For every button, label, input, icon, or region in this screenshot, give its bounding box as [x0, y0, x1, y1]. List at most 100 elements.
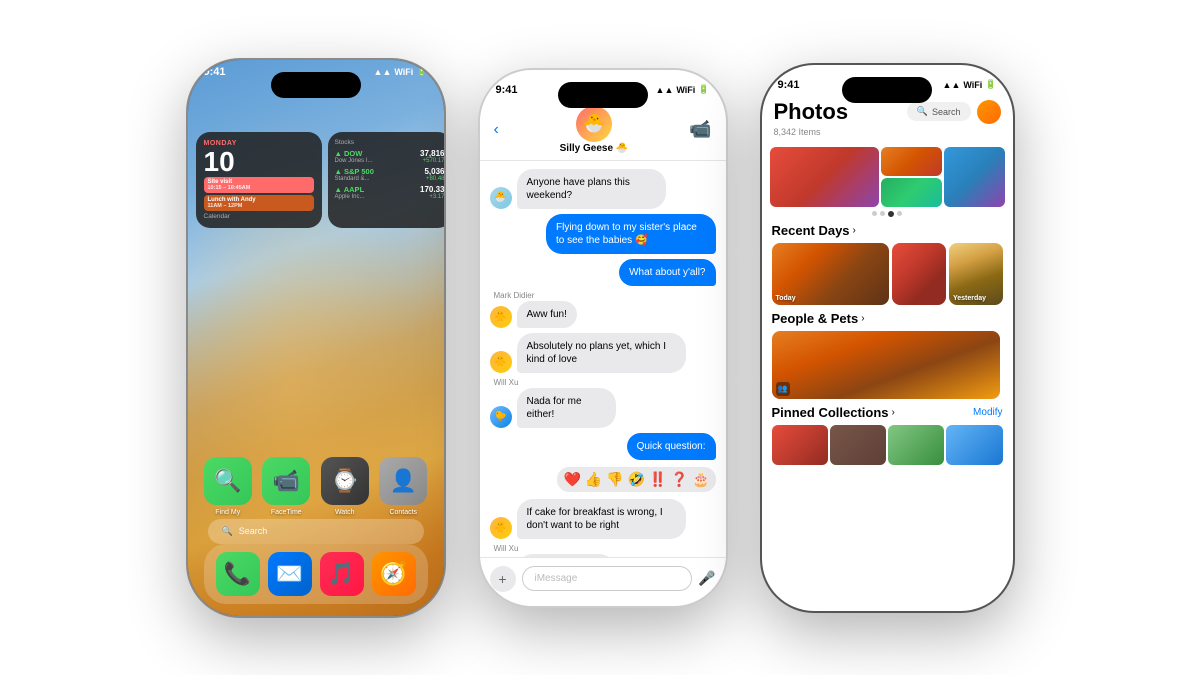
photos-search-label: Search — [932, 107, 961, 117]
messages-list: 🐣 Anyone have plans this weekend? Flying… — [480, 161, 726, 557]
featured-thumb-3[interactable] — [881, 178, 942, 207]
avatar-1: 🐣 — [490, 187, 512, 209]
search-icon-photos: 🔍 — [917, 106, 928, 117]
cal-event-1: Site visit 10:15 – 10:45AM — [204, 177, 314, 193]
pinned-thumbs — [772, 425, 1003, 465]
app-findmy-label: Find My — [215, 509, 240, 516]
recent-days-grid: Today Yesterday — [772, 243, 1003, 305]
group-name: Silly Geese 🐣 — [560, 143, 629, 154]
status-time-2: 9:41 — [496, 84, 518, 96]
pinned-thumb-2[interactable] — [830, 425, 886, 465]
dock-mail[interactable]: ✉️ — [268, 552, 312, 596]
dock-phone[interactable]: 📞 — [216, 552, 260, 596]
stocks-widget[interactable]: Stocks ▲ DOW Dow Jones I... 37,816 +570.… — [328, 132, 444, 228]
video-call-button[interactable]: 📹 — [689, 119, 711, 140]
pinned-thumb-3[interactable] — [888, 425, 944, 465]
pinned-thumb-4[interactable] — [946, 425, 1002, 465]
stocks-label: Stocks — [335, 139, 444, 146]
app-findmy[interactable]: 🔍 Find My — [204, 457, 253, 516]
status-icons-2: ▲▲ WiFi 🔋 — [656, 84, 710, 95]
stock-aapl-val: 170.33 — [420, 185, 443, 194]
sender-will: Will Xu — [490, 378, 519, 387]
msg-row-8: 🐥 If cake for breakfast is wrong, I don'… — [490, 499, 716, 539]
stock-sp-val: 5,036 — [424, 167, 443, 176]
conversation-info[interactable]: 🐣 Silly Geese 🐣 — [560, 106, 629, 154]
recent-thumb-2[interactable] — [892, 243, 946, 305]
featured-thumb-1[interactable] — [770, 147, 879, 207]
dot-1[interactable] — [872, 211, 877, 216]
stock-sp-sub: Standard &... — [335, 176, 374, 182]
featured-thumb-2[interactable] — [881, 147, 942, 176]
stock-aapl-chg: +3.17 — [420, 194, 443, 200]
cal-day-number: 10 — [204, 148, 314, 176]
calendar-widget[interactable]: MONDAY 10 Site visit 10:15 – 10:45AM Lun… — [196, 132, 322, 228]
featured-thumb-4[interactable] — [944, 147, 1005, 207]
msg-bubble-7: Quick question: — [627, 433, 716, 460]
sender-will2: Will Xu — [490, 544, 519, 553]
pinned-collections-section: Pinned Collections › Modify — [762, 405, 1013, 465]
status-icons-1: ▲▲ WiFi 🔋 — [374, 66, 428, 77]
people-pets-arrow[interactable]: › — [861, 313, 864, 324]
microphone-icon[interactable]: 🎤 — [698, 570, 715, 587]
dynamic-island-3 — [842, 77, 932, 103]
pinned-title: Pinned Collections — [772, 405, 889, 420]
stock-sp-chg: +80.48 — [424, 176, 443, 182]
status-time-3: 9:41 — [778, 79, 800, 91]
cal-event-2: Lunch with Andy 11AM – 12PM — [204, 195, 314, 211]
home-search[interactable]: 🔍 Search — [208, 519, 424, 544]
app-contacts-label: Contacts — [389, 509, 417, 516]
msg-row-6: Will Xu 🐤 Nada for me either! — [490, 378, 716, 428]
msg-bubble-8: If cake for breakfast is wrong, I don't … — [517, 499, 687, 539]
sender-mark: Mark Didier — [490, 291, 535, 300]
recent-today[interactable]: Today — [772, 243, 890, 305]
people-pets-grid: 👥 Amit Maya — [772, 331, 1003, 399]
user-avatar[interactable] — [977, 100, 1001, 124]
tapback-emojis: ❤️👍👎🤣‼️❓🎂 — [557, 467, 715, 492]
back-button[interactable]: ‹ — [494, 121, 499, 139]
msg-bubble-2: Flying down to my sister's place to see … — [546, 214, 716, 254]
input-placeholder: iMessage — [535, 573, 578, 584]
avatar-will: 🐤 — [490, 406, 512, 428]
add-attachment-button[interactable]: + — [490, 566, 516, 592]
msg-row-7: Quick question: — [490, 433, 716, 460]
photos-search-button[interactable]: 🔍 Search — [907, 102, 971, 121]
avatar-mark2: 🐥 — [490, 351, 512, 373]
home-dock: 📞 ✉️ 🎵 🧭 — [204, 544, 428, 604]
stock-dow-name: ▲ DOW — [335, 149, 373, 158]
msg-row-5: 🐥 Absolutely no plans yet, which I kind … — [490, 333, 716, 373]
featured-photos — [762, 147, 1013, 207]
app-contacts[interactable]: 👤 Contacts — [379, 457, 428, 516]
photos-title: Photos — [774, 99, 849, 125]
pinned-arrow[interactable]: › — [892, 407, 895, 418]
msg-bubble-5: Absolutely no plans yet, which I kind of… — [517, 333, 687, 373]
stock-sp-name: ▲ S&P 500 — [335, 167, 374, 176]
dot-3[interactable] — [888, 211, 894, 217]
avatar-mark3: 🐥 — [490, 517, 512, 539]
stock-aapl-name: ▲ AAPL — [335, 185, 365, 194]
app-facetime[interactable]: 📹 FaceTime — [262, 457, 311, 516]
people-icon: 👥 — [776, 382, 790, 396]
msg-bubble-4: Aww fun! — [517, 301, 577, 328]
dot-2[interactable] — [880, 211, 885, 216]
app-watch-label: Watch — [335, 509, 355, 516]
phone-photos: 9:41 ▲▲ WiFi 🔋 Photos 🔍 Search 8,342 Ite… — [760, 63, 1015, 613]
pinned-thumb-1[interactable] — [772, 425, 828, 465]
avatar-mark: 🐥 — [490, 306, 512, 328]
phone-messages: 9:41 ▲▲ WiFi 🔋 ‹ 🐣 Silly Geese 🐣 📹 🐣 Any — [478, 68, 728, 608]
stock-aapl-sub: Apple Inc... — [335, 194, 365, 200]
people-pets-section: People & Pets › 👥 Amit Maya — [762, 311, 1013, 399]
stock-dow-val: 37,816 — [420, 149, 443, 158]
dock-music[interactable]: 🎵 — [320, 552, 364, 596]
dot-4[interactable] — [897, 211, 902, 216]
people-wide-thumb[interactable]: 👥 — [772, 331, 1000, 399]
msg-row-3: What about y'all? — [490, 259, 716, 286]
message-input-field[interactable]: iMessage — [522, 566, 693, 591]
msg-row-1: 🐣 Anyone have plans this weekend? — [490, 169, 716, 209]
pinned-modify-button[interactable]: Modify — [973, 407, 1002, 418]
carousel-dots — [762, 211, 1013, 217]
recent-yesterday[interactable]: Yesterday — [949, 243, 1003, 305]
dock-compass[interactable]: 🧭 — [372, 552, 416, 596]
msg-row-9: Will Xu 🐤 Haha I second that — [490, 544, 716, 557]
recent-days-arrow[interactable]: › — [853, 225, 856, 236]
app-watch[interactable]: ⌚ Watch — [321, 457, 370, 516]
